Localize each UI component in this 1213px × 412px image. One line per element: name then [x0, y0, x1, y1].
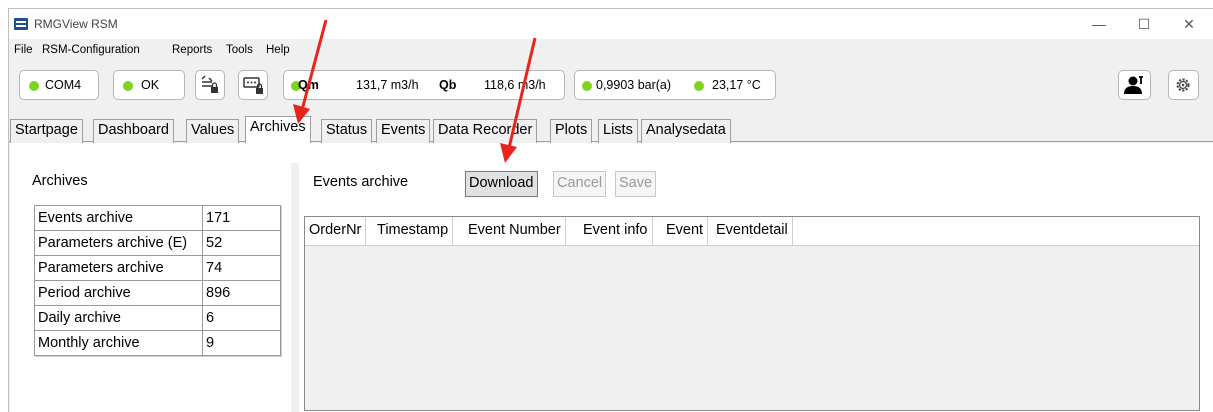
connection-status-label: OK	[141, 78, 160, 92]
network-lock-button[interactable]	[195, 70, 225, 100]
archive-count: 171	[202, 205, 281, 231]
selected-archive-heading: Events archive	[313, 174, 409, 190]
pressure-temperature-indicator[interactable]: 0,9903 bar(a) 23,17 °C	[574, 70, 776, 100]
flow-indicator[interactable]: Qm 131,7 m3/h Qb 118,6 m3/h	[283, 70, 565, 100]
tab-startpage[interactable]: Startpage	[10, 119, 83, 143]
maximize-button[interactable]: ☐	[1124, 13, 1164, 35]
tab-bar: Startpage Dashboard Values Archives Stat…	[9, 116, 1213, 143]
window-title: RMGView RSM	[34, 17, 118, 31]
tab-lists[interactable]: Lists	[598, 119, 638, 143]
connection-status-dot-icon	[123, 81, 133, 91]
device-lock-icon	[243, 77, 263, 94]
tab-data-recorder[interactable]: Data Recorder	[433, 119, 538, 143]
archive-name: Parameters archive (E)	[34, 230, 203, 256]
device-lock-button[interactable]	[238, 70, 268, 100]
user-settings-button[interactable]	[1118, 70, 1151, 100]
table-row[interactable]: Parameters archive (E) 52	[34, 230, 281, 256]
menu-reports[interactable]: Reports	[172, 44, 212, 56]
table-row[interactable]: Monthly archive 9	[34, 330, 281, 356]
archive-count: 9	[202, 330, 281, 356]
pressure-status-dot-icon	[582, 81, 592, 91]
minimize-button[interactable]: —	[1079, 13, 1119, 35]
close-button[interactable]: ✕	[1169, 13, 1209, 35]
tab-dashboard[interactable]: Dashboard	[93, 119, 174, 143]
archive-count: 74	[202, 255, 281, 281]
title-bar: RMGView RSM — ☐ ✕	[9, 9, 1213, 39]
qm-value: 131,7 m3/h	[356, 78, 419, 92]
gear-icon	[1176, 78, 1190, 92]
archive-name: Period archive	[34, 280, 203, 306]
table-row[interactable]: Period archive 896	[34, 280, 281, 306]
archives-table: Events archive 171 Parameters archive (E…	[34, 205, 281, 356]
grid-header: OrderNr Timestamp Event Number Event inf…	[305, 217, 1199, 246]
archive-count: 6	[202, 305, 281, 331]
tab-events[interactable]: Events	[376, 119, 431, 143]
pressure-value: 0,9903 bar(a)	[596, 78, 672, 92]
archive-name: Parameters archive	[34, 255, 203, 281]
qb-label: Qb	[439, 78, 457, 92]
app-window: RMGView RSM — ☐ ✕ File RSM-Configuration…	[8, 8, 1213, 412]
archives-page: Archives Events archive 171 Parameters a…	[10, 143, 1213, 412]
column-header-event-number[interactable]: Event Number	[464, 217, 566, 246]
qb-value: 118,6 m3/h	[484, 78, 546, 92]
menu-file[interactable]: File	[14, 44, 33, 56]
archive-name: Monthly archive	[34, 330, 203, 356]
archive-name: Events archive	[34, 205, 203, 231]
column-header-event-info[interactable]: Event info	[579, 217, 653, 246]
tab-archives[interactable]: Archives	[245, 116, 311, 143]
events-archive-grid[interactable]: OrderNr Timestamp Event Number Event inf…	[304, 216, 1200, 411]
com-port-label: COM4	[45, 78, 82, 92]
toolbar: COM4 OK Qm 131,7 m3/h Qb 118,6 m3/h 0,99…	[9, 61, 1213, 115]
archive-count: 896	[202, 280, 281, 306]
column-header-eventdetail[interactable]: Eventdetail	[712, 217, 793, 246]
tab-analysedata[interactable]: Analysedata	[641, 119, 731, 143]
archives-list-panel: Archives Events archive 171 Parameters a…	[10, 143, 290, 412]
network-lock-icon	[201, 75, 218, 93]
archive-detail-panel: Events archive Download Cancel Save Orde…	[299, 143, 1213, 412]
menu-help[interactable]: Help	[266, 44, 290, 56]
cancel-button[interactable]: Cancel	[553, 171, 607, 197]
column-header-ordernr[interactable]: OrderNr	[305, 217, 367, 246]
temperature-value: 23,17 °C	[712, 78, 761, 92]
column-header-event[interactable]: Event	[662, 217, 709, 246]
app-logo-icon	[14, 18, 28, 30]
tab-status[interactable]: Status	[321, 119, 373, 143]
menu-rsm-configuration[interactable]: RSM-Configuration	[42, 44, 140, 56]
archives-heading: Archives	[32, 173, 88, 189]
com-port-indicator[interactable]: COM4	[19, 70, 99, 100]
save-button[interactable]: Save	[615, 171, 657, 197]
menu-tools[interactable]: Tools	[226, 44, 253, 56]
tab-plots[interactable]: Plots	[550, 119, 593, 143]
user-tools-icon	[1124, 76, 1143, 94]
com-status-dot-icon	[29, 81, 39, 91]
tab-values[interactable]: Values	[186, 119, 240, 143]
menu-bar: File RSM-Configuration Reports Tools Hel…	[9, 41, 1213, 59]
temperature-status-dot-icon	[694, 81, 704, 91]
connection-status-indicator[interactable]: OK	[113, 70, 185, 100]
archive-count: 52	[202, 230, 281, 256]
archive-name: Daily archive	[34, 305, 203, 331]
table-row[interactable]: Parameters archive 74	[34, 255, 281, 281]
settings-button[interactable]	[1168, 70, 1199, 100]
column-header-timestamp[interactable]: Timestamp	[373, 217, 454, 246]
download-button[interactable]: Download	[465, 171, 538, 197]
table-row[interactable]: Daily archive 6	[34, 305, 281, 331]
table-row[interactable]: Events archive 171	[34, 205, 281, 231]
qm-label: Qm	[298, 78, 319, 92]
panel-splitter[interactable]	[291, 163, 299, 412]
